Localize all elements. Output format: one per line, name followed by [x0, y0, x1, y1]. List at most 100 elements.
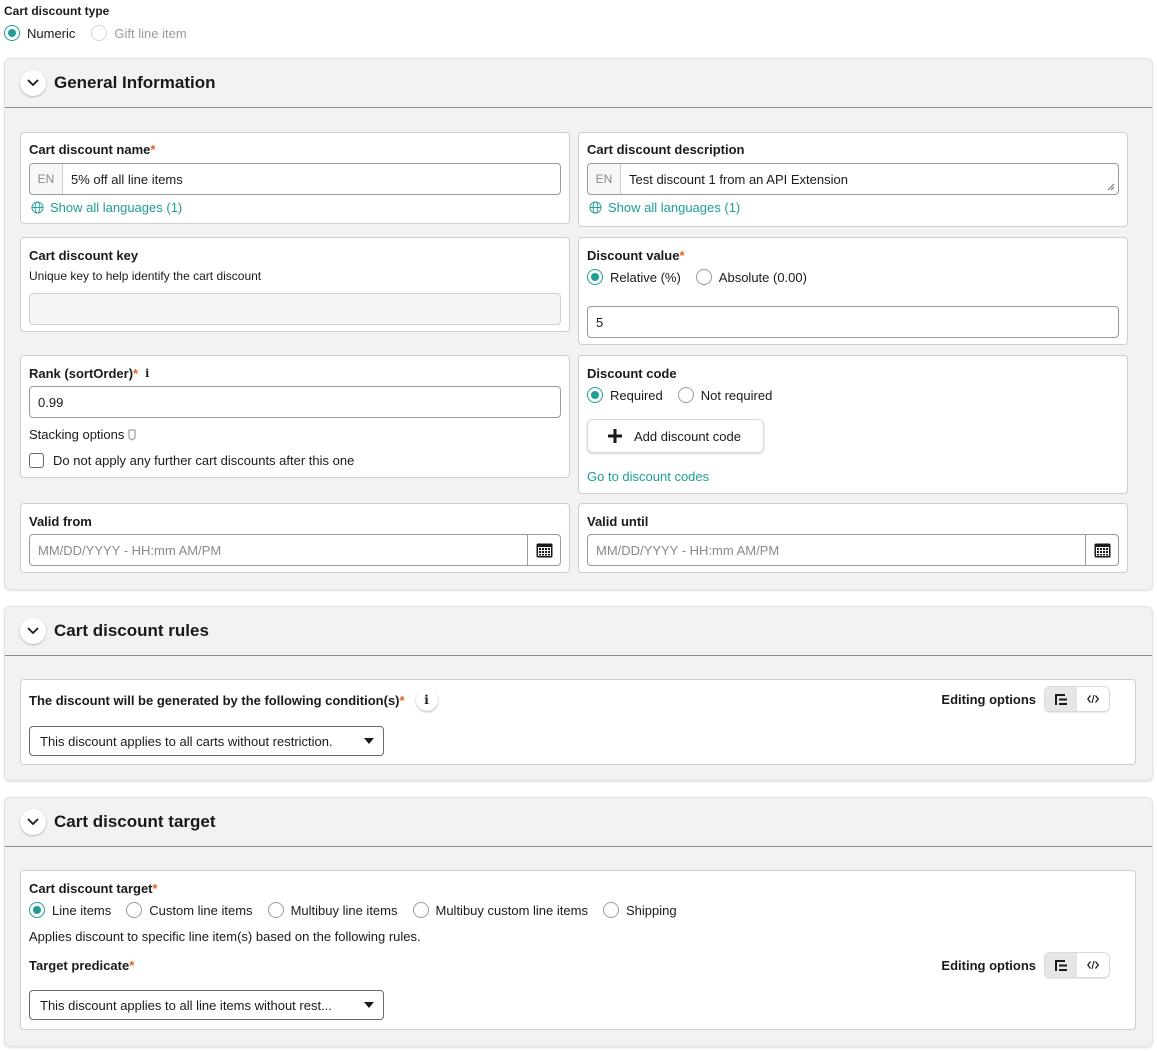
cart-discount-key-hint: Unique key to help identify the cart dis…: [29, 269, 262, 283]
caret-down-icon: [364, 738, 374, 744]
caret-down-icon: [364, 1002, 374, 1008]
cart-discount-target-header[interactable]: Cart discount target: [5, 798, 1152, 847]
cart-discount-description-card: Cart discount description EN Test discou…: [578, 132, 1128, 227]
radio-gift-line-item[interactable]: Gift line item: [91, 25, 187, 41]
discount-value-radio-group: Relative (%) Absolute (0.00): [587, 269, 807, 285]
radio-multibuy-line-items[interactable]: Multibuy line items: [267, 902, 398, 918]
chevron-down-icon[interactable]: [20, 809, 46, 835]
target-radio-group: Line items Custom line items Multibuy li…: [29, 902, 677, 918]
panel-title: Cart discount rules: [54, 621, 209, 640]
panel-title: Cart discount target: [54, 812, 216, 831]
add-discount-code-button[interactable]: Add discount code: [587, 419, 764, 453]
valid-from-label: Valid from: [29, 514, 92, 529]
show-all-languages-link[interactable]: Show all languages (1): [589, 200, 740, 215]
list-tree-icon: [1055, 693, 1067, 705]
radio-numeric[interactable]: Numeric: [4, 25, 75, 41]
cart-discount-description-label: Cart discount description: [587, 142, 745, 157]
code-editor-button[interactable]: [1077, 687, 1109, 711]
radio-multibuy-custom-line-items[interactable]: Multibuy custom line items: [412, 902, 588, 918]
discount-value-input[interactable]: 5: [587, 306, 1119, 338]
rank-card: Rank (sortOrder) * i 0.99 Stacking option…: [20, 355, 570, 478]
stop-further-discounts-option[interactable]: Do not apply any further cart discounts …: [29, 453, 354, 468]
cart-discount-name-input[interactable]: EN 5% off all line items: [29, 163, 561, 195]
valid-until-card: Valid until MM/DD/YYYY - HH:mm AM/PM: [578, 503, 1128, 573]
list-tree-icon: [1055, 959, 1067, 971]
cart-discount-key-input[interactable]: [29, 293, 561, 325]
language-prefix: EN: [588, 164, 621, 194]
discount-code-label: Discount code: [587, 366, 677, 381]
radio-relative[interactable]: Relative (%): [587, 269, 681, 285]
code-editor-button[interactable]: [1077, 953, 1109, 977]
stacking-options-label: Stacking options: [29, 427, 137, 442]
rank-input[interactable]: 0.99: [29, 386, 561, 418]
discount-value-card: Discount value* Relative (%) Absolute (0…: [578, 237, 1128, 345]
calendar-button[interactable]: [1085, 535, 1118, 565]
cart-discount-name-label: Cart discount name*: [29, 142, 156, 157]
editing-mode-toggle: [1044, 686, 1110, 712]
radio-shipping[interactable]: Shipping: [602, 902, 677, 918]
cart-discount-key-label: Cart discount key: [29, 248, 139, 263]
general-information-header[interactable]: General Information: [5, 59, 1152, 108]
calendar-icon: [536, 543, 552, 558]
target-label: Cart discount target*: [29, 881, 158, 896]
go-to-discount-codes-link[interactable]: Go to discount codes: [587, 469, 709, 484]
radio-gift-line-item-label: Gift line item: [114, 25, 187, 41]
stop-further-discounts-checkbox[interactable]: [29, 453, 44, 468]
rules-editing-options: Editing options: [941, 686, 1110, 712]
radio-numeric-label: Numeric: [27, 25, 76, 41]
visual-editor-button[interactable]: [1045, 953, 1077, 977]
resize-handle-icon[interactable]: [1107, 183, 1115, 191]
editing-mode-toggle: [1044, 952, 1110, 978]
rules-condition-select[interactable]: This discount applies to all carts witho…: [29, 726, 384, 756]
show-all-languages-link[interactable]: Show all languages (1): [31, 200, 182, 215]
radio-absolute-control[interactable]: [695, 269, 712, 285]
plus-icon: [608, 429, 622, 443]
cart-discount-description-value: Test discount 1 from an API Extension: [629, 171, 848, 187]
radio-shipping-control[interactable]: [602, 902, 619, 918]
radio-numeric-control[interactable]: [4, 25, 20, 41]
radio-line-items[interactable]: Line items: [29, 902, 111, 918]
radio-multibuy-custom-line-items-control[interactable]: [412, 902, 429, 918]
target-card: Cart discount target* Line items Custom …: [20, 870, 1136, 1030]
cart-discount-rules-header[interactable]: Cart discount rules: [5, 607, 1152, 656]
target-predicate-label: Target predicate*: [29, 958, 135, 973]
panel-title: General Information: [54, 73, 216, 92]
rules-condition-label: The discount will be generated by the fo…: [29, 689, 438, 711]
chevron-down-icon[interactable]: [20, 70, 46, 96]
radio-absolute[interactable]: Absolute (0.00): [695, 269, 807, 285]
radio-custom-line-items-control[interactable]: [126, 902, 143, 918]
code-icon: [1087, 960, 1099, 970]
valid-until-input[interactable]: MM/DD/YYYY - HH:mm AM/PM: [587, 534, 1119, 566]
info-icon[interactable]: i: [145, 367, 149, 380]
info-icon[interactable]: i: [415, 689, 438, 711]
globe-icon: [31, 201, 44, 214]
target-editing-options: Editing options: [941, 952, 1110, 978]
radio-required[interactable]: Required: [587, 387, 663, 403]
radio-gift-line-item-control[interactable]: [91, 25, 108, 41]
radio-line-items-control[interactable]: [29, 902, 45, 918]
cart-discount-key-card: Cart discount key Unique key to help ide…: [20, 237, 570, 332]
calendar-button[interactable]: [527, 535, 560, 565]
target-description: Applies discount to specific line item(s…: [29, 929, 421, 944]
tag-icon: [128, 429, 136, 441]
radio-required-control[interactable]: [587, 387, 603, 403]
cart-discount-name-value: 5% off all line items: [71, 171, 183, 187]
radio-custom-line-items[interactable]: Custom line items: [126, 902, 253, 918]
rank-label: Rank (sortOrder) * i: [29, 366, 150, 381]
radio-relative-control[interactable]: [587, 269, 603, 285]
chevron-down-icon[interactable]: [20, 618, 46, 644]
discount-code-radio-group: Required Not required: [587, 387, 772, 403]
valid-until-label: Valid until: [587, 514, 649, 529]
radio-multibuy-line-items-control[interactable]: [267, 902, 284, 918]
radio-not-required[interactable]: Not required: [677, 387, 772, 403]
globe-icon: [589, 201, 602, 214]
visual-editor-button[interactable]: [1045, 687, 1077, 711]
cart-discount-description-input[interactable]: EN Test discount 1 from an API Extension: [587, 163, 1119, 195]
discount-type-radio-group: Numeric Gift line item: [4, 25, 187, 41]
language-prefix: EN: [30, 164, 63, 194]
discount-type-label: Cart discount type: [4, 4, 110, 18]
valid-from-input[interactable]: MM/DD/YYYY - HH:mm AM/PM: [29, 534, 561, 566]
target-predicate-select[interactable]: This discount applies to all line items …: [29, 990, 384, 1020]
rules-condition-card: The discount will be generated by the fo…: [20, 679, 1136, 765]
radio-not-required-control[interactable]: [677, 387, 694, 403]
